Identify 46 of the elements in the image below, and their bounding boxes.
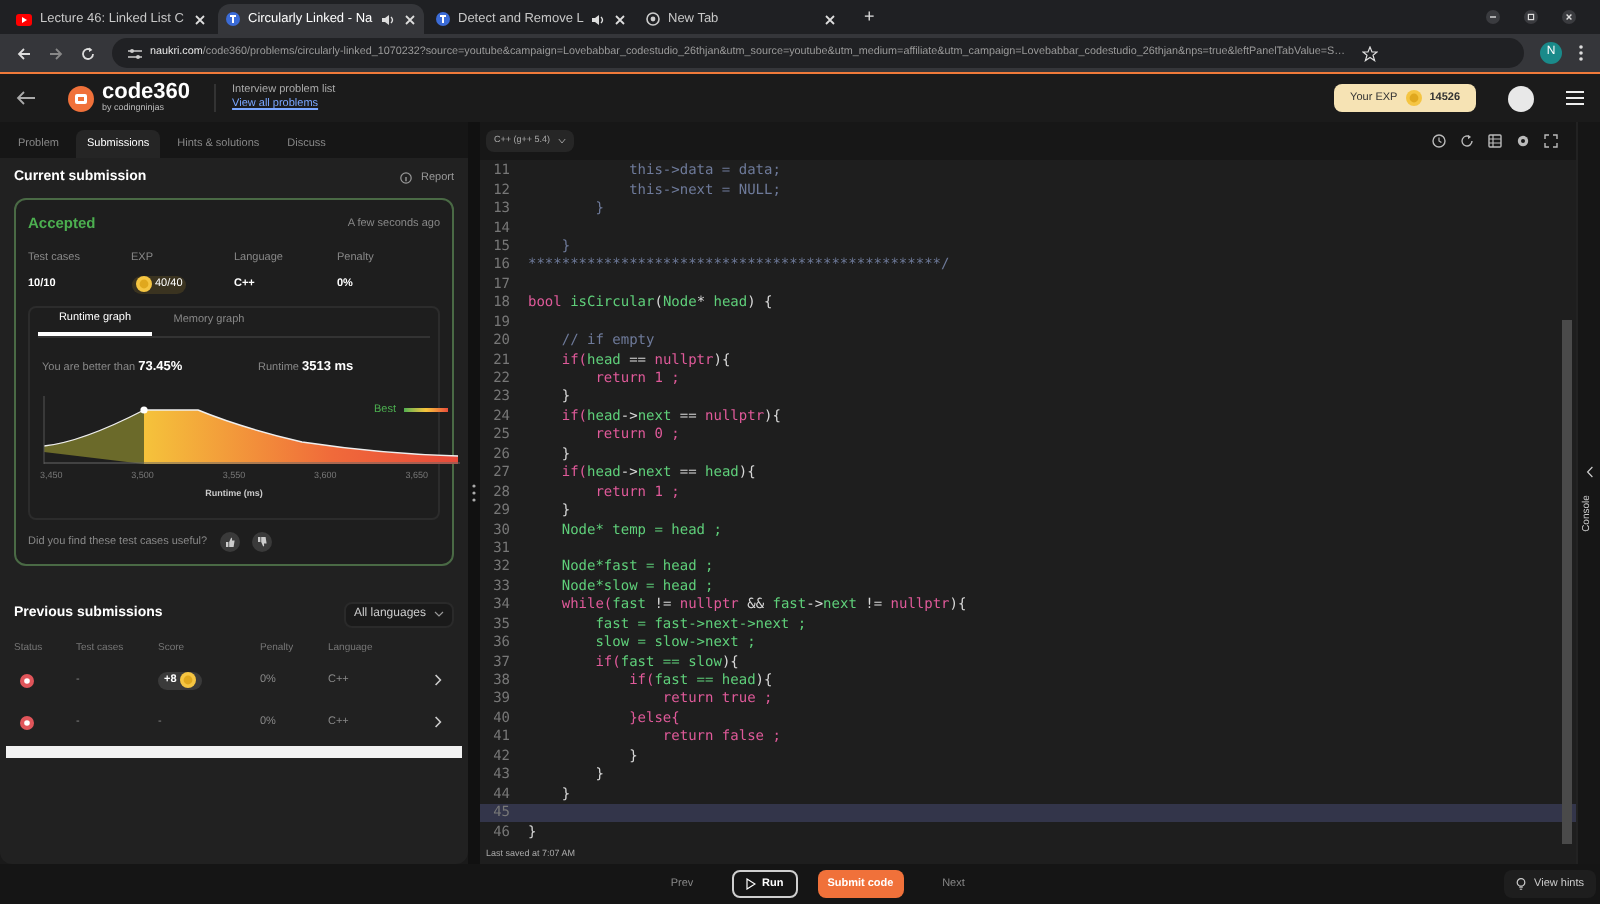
play-icon: [746, 878, 756, 890]
forward-icon[interactable]: [48, 45, 64, 61]
address-bar[interactable]: [112, 38, 1524, 68]
chevron-down-icon: [558, 138, 567, 144]
drag-handle-icon[interactable]: [472, 484, 476, 502]
close-icon[interactable]: [614, 13, 626, 25]
menu-icon[interactable]: [1566, 90, 1584, 106]
chevron-right-icon[interactable]: [434, 716, 442, 729]
thumbs-down-icon[interactable]: [251, 531, 272, 552]
thumbs-up-icon[interactable]: [219, 531, 240, 552]
back-arrow-icon[interactable]: [16, 90, 36, 106]
close-icon[interactable]: [194, 13, 206, 25]
user-avatar[interactable]: [1508, 85, 1534, 111]
reload-icon[interactable]: [80, 45, 96, 61]
site-favicon-icon: [226, 12, 240, 26]
globe-icon: [646, 12, 660, 26]
minimize-icon[interactable]: [1486, 10, 1500, 24]
settings-icon[interactable]: [1516, 134, 1530, 148]
video-favicon-icon: [16, 13, 32, 25]
logo-icon: [68, 85, 94, 111]
site-favicon-icon: [436, 12, 450, 26]
vertical-scrollbar[interactable]: [1562, 320, 1572, 844]
close-icon[interactable]: [404, 13, 416, 25]
clock-icon[interactable]: [1432, 134, 1446, 148]
coin-icon: [180, 672, 197, 689]
reset-icon[interactable]: [1460, 134, 1474, 148]
horizontal-scrollbar[interactable]: [6, 745, 462, 758]
maximize-icon[interactable]: [1524, 10, 1538, 24]
close-icon[interactable]: [824, 13, 836, 25]
site-settings-icon: [128, 47, 142, 59]
chevron-right-icon[interactable]: [434, 674, 442, 687]
star-icon[interactable]: [1361, 45, 1378, 61]
new-tab-button[interactable]: +: [848, 3, 891, 31]
chevron-down-icon: [434, 610, 444, 619]
expand-icon[interactable]: [1544, 134, 1558, 148]
close-icon[interactable]: [1562, 10, 1576, 24]
logo-text: code360: [102, 82, 191, 105]
coin-icon: [1405, 90, 1422, 106]
more-options-icon[interactable]: [1578, 44, 1584, 62]
lightbulb-icon: [1516, 878, 1527, 890]
legend-gradient: [404, 408, 448, 413]
list-icon[interactable]: [1488, 134, 1502, 148]
coin-icon: [135, 276, 151, 292]
info-icon: [400, 172, 413, 184]
back-icon[interactable]: [16, 45, 32, 61]
chevron-left-icon: [1585, 465, 1593, 478]
